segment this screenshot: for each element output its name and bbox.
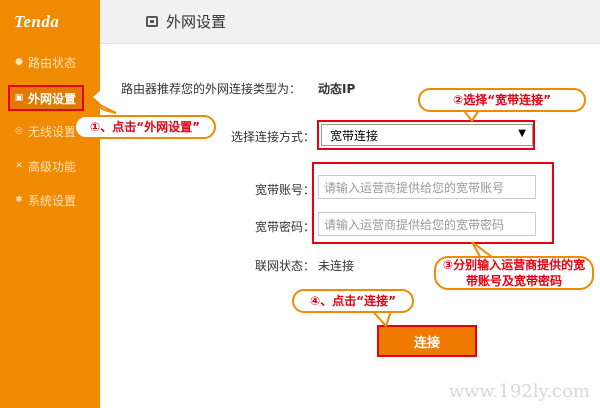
callout-step3-line2: 带账号及宽带密码 (465, 274, 562, 288)
callout-step3-line1: ③分别输入运营商提供的宽 (442, 258, 586, 272)
callout-step4: ④、点击“连接” (292, 289, 414, 313)
watermark: www.192ly.com (448, 381, 590, 402)
callout-step3: ③分别输入运营商提供的宽 带账号及宽带密码 (434, 256, 594, 290)
callout-step1: ①、点击“外网设置” (74, 115, 216, 139)
callout-pointers (83, 96, 499, 328)
callout-step2: ②选择“宽带连接” (418, 88, 586, 112)
